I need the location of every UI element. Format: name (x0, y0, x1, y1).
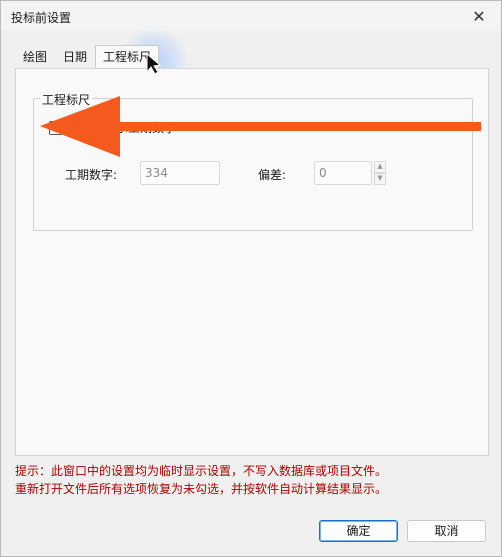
offset-input[interactable]: 0 (314, 161, 372, 185)
title-bar: 投标前设置 ✕ (1, 1, 501, 31)
window-title: 投标前设置 (11, 11, 72, 25)
ok-button[interactable]: 确定 (319, 520, 398, 542)
show-duration-checkbox[interactable] (49, 121, 63, 135)
hint-line-1: 提示：此窗口中的设置均为临时显示设置，不写入数据库或项目文件。 (15, 464, 388, 478)
close-icon: ✕ (472, 6, 486, 26)
offset-spin-up[interactable]: ▲ (374, 161, 386, 173)
project-ruler-group: 工程标尺 标尺栏显示工期数字 工期数字: 334 偏差: 0 ▲ ▼ (33, 91, 473, 231)
spin-down-icon: ▼ (377, 174, 383, 182)
group-legend: 工程标尺 (40, 91, 93, 108)
duration-input[interactable]: 334 (140, 161, 220, 185)
hint-line-2: 重新打开文件后所有选项恢复为未勾选，并按软件自动计算结果显示。 (15, 482, 388, 496)
spin-up-icon: ▲ (377, 162, 383, 170)
cancel-button[interactable]: 取消 (407, 520, 486, 542)
duration-label: 工期数字: (65, 168, 118, 182)
show-duration-checkbox-label[interactable]: 标尺栏显示工期数字 (68, 119, 176, 136)
dialog-window: 投标前设置 ✕ 绘图 日期 工程标尺 工程标尺 标尺栏显示工期数字 工期数字: … (0, 0, 502, 557)
tab-bar: 绘图 日期 工程标尺 (15, 45, 160, 71)
tab-date[interactable]: 日期 (55, 45, 95, 69)
offset-label: 偏差: (258, 168, 287, 182)
tab-panel: 工程标尺 标尺栏显示工期数字 工期数字: 334 偏差: 0 ▲ ▼ (15, 68, 489, 456)
close-button[interactable]: ✕ (465, 5, 493, 27)
offset-spin-down[interactable]: ▼ (374, 173, 386, 185)
tab-drawing[interactable]: 绘图 (15, 45, 55, 69)
